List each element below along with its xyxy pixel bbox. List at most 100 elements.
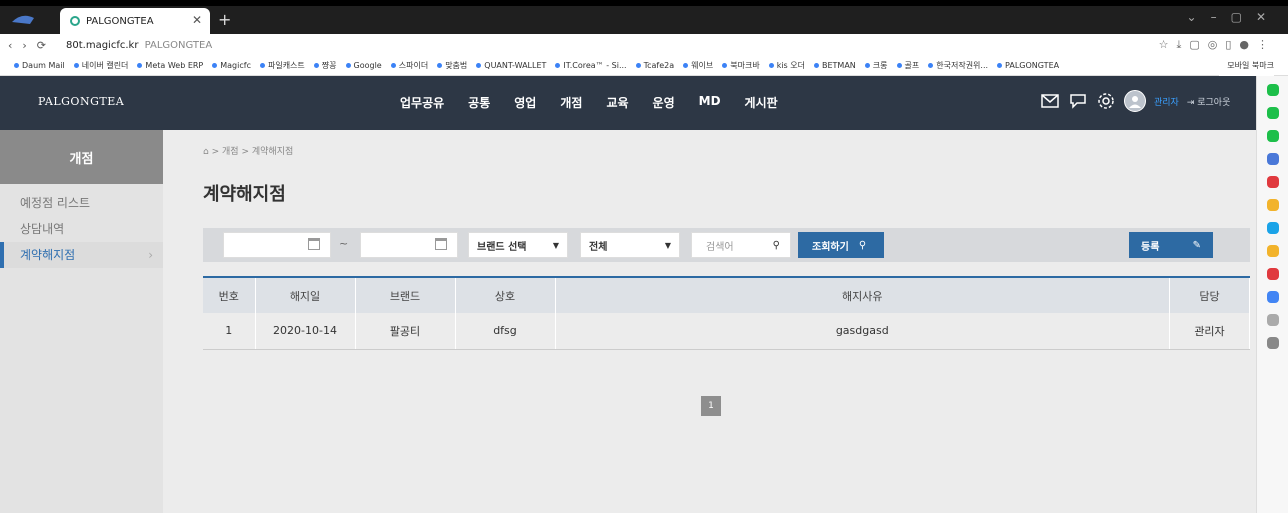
dropdown-arrow-icon: ▼: [552, 240, 559, 250]
logout-button[interactable]: ⇥ 로그아웃: [1187, 95, 1231, 108]
browser-tab[interactable]: PALGONGTEA ✕: [60, 8, 210, 34]
menu-item[interactable]: 영업: [514, 94, 536, 111]
gear-icon[interactable]: [1096, 91, 1116, 111]
bookmark-item[interactable]: Magicfc: [212, 61, 251, 70]
speech-icon[interactable]: [1068, 91, 1088, 111]
new-tab-icon[interactable]: +: [218, 10, 231, 29]
avatar[interactable]: [1124, 90, 1146, 112]
sidebar-item-consultations[interactable]: 상담내역: [0, 216, 163, 242]
window-controls[interactable]: ⌄–▢✕: [1187, 10, 1280, 24]
home-icon[interactable]: ⌂: [203, 147, 209, 157]
extension-icon[interactable]: [1266, 268, 1279, 280]
url-field[interactable]: 80t.magicfc.kr PALGONGTEA: [66, 40, 212, 51]
bookmarks-bar: Daum Mail 네이버 캘린더 Meta Web ERP Magicfc 파일캐스트…: [0, 56, 1288, 76]
bookmark-item[interactable]: QUANT-WALLET: [476, 61, 546, 70]
search-button[interactable]: 조회하기 ⚲: [798, 232, 884, 258]
bookmark-item[interactable]: Tcafe2a: [635, 61, 674, 70]
brand-select[interactable]: 브랜드 선택 ▼: [468, 232, 568, 258]
bookmark-label: 맞춤법: [445, 61, 468, 70]
brand-logo[interactable]: PALGONGTEA: [38, 95, 124, 108]
extension-icon[interactable]: [1266, 337, 1279, 349]
address-bar[interactable]: ‹›⟳ 80t.magicfc.kr PALGONGTEA ☆⤓▢◎▯●⋮: [0, 34, 1288, 56]
nav-buttons-icon[interactable]: ‹›⟳: [8, 39, 56, 52]
main-menu: 업무공유 공통 영업 개점 교육 운영 MD 게시판: [400, 94, 802, 111]
user-name[interactable]: 관리자: [1154, 95, 1179, 108]
calendar-icon[interactable]: [308, 238, 320, 250]
search-icon[interactable]: ⚲: [773, 240, 780, 251]
menu-item[interactable]: 공통: [468, 94, 490, 111]
toolbar-icons[interactable]: ☆⤓▢◎▯●⋮: [1159, 38, 1276, 52]
bookmark-item[interactable]: 웨이브: [683, 61, 713, 70]
bookmark-icon: [896, 63, 902, 68]
bookmark-item[interactable]: 크롱: [864, 61, 888, 70]
table-cell: 팔공티: [355, 313, 456, 350]
calendar-icon[interactable]: [435, 238, 447, 250]
bookmark-item[interactable]: PALGONGTEA: [997, 61, 1059, 70]
bookmark-icon: [635, 63, 641, 68]
menu-item[interactable]: 업무공유: [400, 94, 444, 111]
bookmark-icon: [212, 63, 218, 68]
bookmark-item[interactable]: 네이버 캘린더: [73, 61, 128, 70]
bookmark-item[interactable]: Daum Mail: [14, 61, 65, 70]
extension-icon[interactable]: [1266, 176, 1279, 188]
bookmark-item[interactable]: Meta Web ERP: [137, 61, 203, 70]
tab-close-icon[interactable]: ✕: [192, 13, 202, 27]
extension-icon[interactable]: [1266, 107, 1279, 119]
bookmark-item[interactable]: 한국저작권위...: [928, 61, 988, 70]
bookmark-item[interactable]: 맞춤법: [437, 61, 467, 70]
extension-icon[interactable]: [1266, 130, 1279, 142]
end-date-input[interactable]: [360, 232, 458, 258]
bookmark-item[interactable]: 쨩꽁: [313, 61, 337, 70]
page-button[interactable]: 1: [701, 396, 721, 416]
url-domain: 80t.magicfc.kr: [66, 39, 139, 51]
menu-item[interactable]: 개점: [560, 94, 582, 111]
url-page-title: PALGONGTEA: [144, 39, 213, 51]
breadcrumb-level1[interactable]: 개점: [222, 147, 239, 157]
extension-icon[interactable]: [1266, 153, 1279, 165]
dropdown-arrow-icon: ▼: [664, 240, 671, 250]
extension-icon[interactable]: [1266, 199, 1279, 211]
bookmark-item[interactable]: 북마크바: [722, 61, 760, 70]
extension-icon[interactable]: [1266, 84, 1279, 96]
mail-icon[interactable]: [1040, 91, 1060, 111]
bookmark-label: Google: [353, 61, 382, 70]
extension-icon[interactable]: [1266, 222, 1279, 234]
search-placeholder: 검색어: [706, 241, 734, 253]
bookmark-icon: [345, 63, 351, 68]
sidebar: 개점 예정점 리스트 상담내역 계약해지점 ›: [0, 130, 163, 513]
extension-icon[interactable]: [1266, 314, 1279, 326]
sidebar-item-planned-list[interactable]: 예정점 리스트: [0, 190, 163, 216]
menu-item[interactable]: 운영: [653, 94, 675, 111]
sidebar-item-label: 계약해지점: [20, 248, 76, 262]
extension-icon[interactable]: [1266, 245, 1279, 257]
start-date-input[interactable]: [223, 232, 331, 258]
sidebar-item-terminated[interactable]: 계약해지점 ›: [0, 242, 163, 268]
bookmark-item[interactable]: Google: [345, 61, 382, 70]
register-button[interactable]: 등록 ✎: [1129, 232, 1213, 258]
chevron-right-icon: ›: [148, 248, 153, 262]
column-header: 해지일: [255, 276, 356, 313]
bookmark-item[interactable]: IT.Corea™ - Si...: [555, 61, 627, 70]
bookmark-item[interactable]: kis 오더: [768, 61, 805, 70]
bookmark-icon: [928, 63, 934, 68]
bookmark-icon: [555, 63, 561, 68]
table-row[interactable]: 1 2020-10-14 팔공티 dfsg gasdgasd 관리자: [203, 313, 1250, 350]
search-input[interactable]: 검색어 ⚲: [691, 232, 791, 258]
mobile-bookmarks[interactable]: 모바일 북마크: [1219, 56, 1274, 76]
bookmark-item[interactable]: 파일캐스트: [259, 61, 305, 70]
status-select[interactable]: 전체 ▼: [580, 232, 680, 258]
bookmark-item[interactable]: 골프: [896, 61, 919, 70]
brand-select-value: 브랜드 선택: [477, 241, 527, 253]
menu-item[interactable]: MD: [699, 94, 721, 111]
extension-icon[interactable]: [1266, 291, 1279, 303]
bookmark-label: 파일캐스트: [267, 61, 305, 70]
bookmark-item[interactable]: 스파이더: [390, 61, 429, 70]
menu-item[interactable]: 게시판: [745, 94, 778, 111]
bookmark-label: QUANT-WALLET: [484, 61, 547, 70]
bookmark-label: 스파이더: [398, 61, 429, 70]
breadcrumb: ⌂ > 개점 > 계약해지점: [203, 144, 293, 157]
bookmark-icon: [137, 63, 143, 68]
bookmark-label: 웨이브: [691, 61, 714, 70]
menu-item[interactable]: 교육: [606, 94, 628, 111]
bookmark-item[interactable]: BETMAN: [813, 61, 856, 70]
